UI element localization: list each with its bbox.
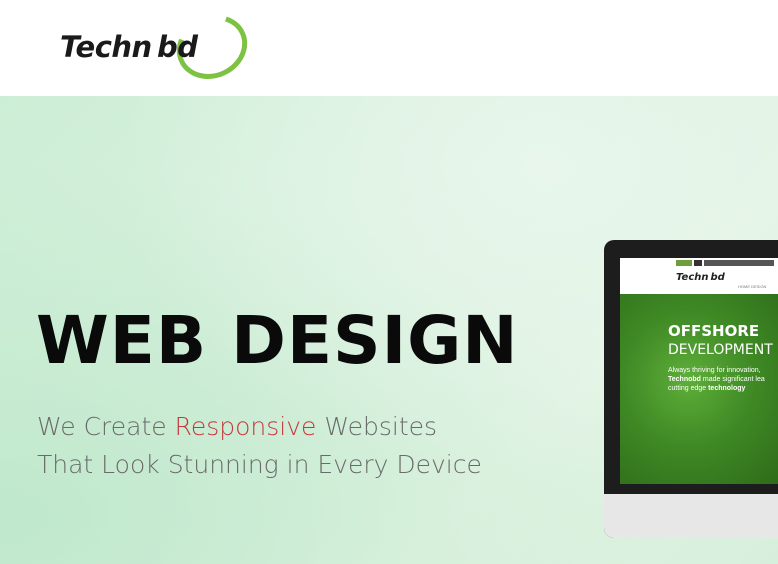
mini-banner-line-3: cutting edge (668, 385, 709, 392)
logo-text: Techn bd (60, 30, 198, 64)
mini-banner-title: OFFSHORE (668, 322, 760, 340)
monitor-chin (604, 494, 778, 538)
subtitle-text-2: Websites (316, 412, 438, 441)
subtitle-accent: Responsive (174, 412, 317, 441)
mini-banner-subtitle: DEVELOPMENT (668, 342, 773, 358)
mini-topbar (620, 258, 778, 268)
subtitle-line-2: That Look Stunning in Every Device (37, 450, 482, 479)
mini-banner-line-1: Always thriving for innovation, (668, 367, 761, 374)
mini-banner-bold-2: technology (708, 385, 746, 392)
mini-banner-bold-1: Technobd (668, 376, 701, 383)
mini-chip (704, 260, 774, 266)
site-header: Techn bd (0, 0, 778, 96)
mini-banner-line-2: made significant lea (700, 376, 765, 383)
subtitle-text-1: We Create (37, 412, 175, 441)
mini-chip (694, 260, 702, 266)
hero-subtitle: We Create Responsive Websites That Look … (37, 408, 482, 484)
technobd-logo[interactable]: Techn bd (60, 3, 258, 91)
monitor-mockup: Techn bd HOME DESIGN OFFSHORE DEVELOPMEN… (604, 240, 778, 538)
mini-nav: HOME DESIGN (738, 284, 767, 289)
mini-banner-text: Always thriving for innovation, Technobd… (668, 366, 765, 393)
mini-logo: Techn bd (676, 272, 725, 283)
hero-banner: WEB DESIGN We Create Responsive Websites… (0, 96, 778, 564)
mini-chip (676, 260, 692, 266)
hero-title: WEB DESIGN (36, 302, 519, 379)
monitor-screen: Techn bd HOME DESIGN OFFSHORE DEVELOPMEN… (620, 258, 778, 484)
